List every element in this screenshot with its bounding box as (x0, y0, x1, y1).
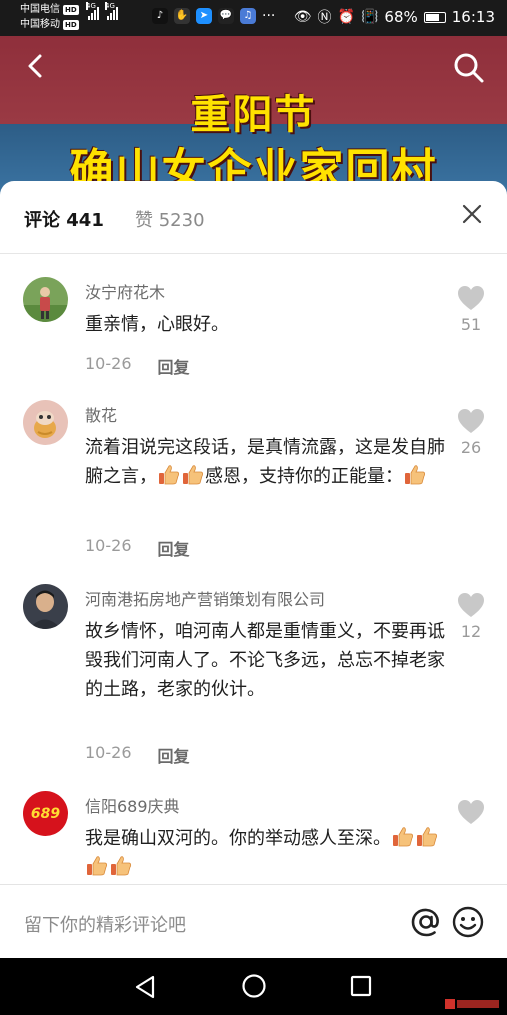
thumbs-up-emoji-icon (417, 827, 438, 847)
video-title-line1: 重阳节 (190, 92, 317, 138)
comment-date: 10-26 (85, 743, 132, 762)
comment-text: 故乡情怀，咱河南人都是重情重义，不要再诋毁我们河南人了。不论飞多远，总忘不掉老家… (85, 621, 445, 700)
comment-text-part: 我是确山双河的。你的举动感人至深。 (85, 828, 391, 849)
signal-icons: 4G 4G (86, 2, 118, 20)
like-button[interactable] (455, 799, 487, 825)
thumbs-up-emoji-icon (159, 465, 180, 485)
hd-badge: HD (63, 19, 79, 30)
vibrate-icon: 📳 (360, 9, 379, 25)
hand-icon: ✋ (174, 8, 190, 24)
status-right: 👁 Ⓝ ⏰ 📳 68% 16:13 (294, 7, 495, 27)
like-button[interactable]: 12 (455, 592, 487, 641)
comment-date: 10-26 (85, 354, 132, 373)
avatar[interactable] (23, 584, 68, 629)
system-nav-bar (0, 958, 507, 1015)
carrier-1: 中国电信 (20, 4, 60, 15)
tab-comments[interactable]: 评论 441 (24, 206, 104, 232)
close-icon[interactable] (461, 203, 483, 225)
more-notifications-icon: ··· (262, 8, 276, 24)
comment-username[interactable]: 汝宁府花木 (85, 279, 165, 303)
battery-icon (423, 11, 446, 23)
hd-badge: HD (63, 4, 79, 15)
avatar-logo-text: 689 (30, 805, 61, 822)
emoji-icon[interactable] (451, 905, 485, 939)
comment-input[interactable]: 留下你的精彩评论吧 (24, 911, 186, 937)
thumbs-up-emoji-icon (183, 465, 204, 485)
signal-icon: 4G (105, 2, 118, 20)
comment-meta: 10-26 回复 (85, 536, 190, 560)
tiktok-icon: ♪ (152, 8, 168, 24)
comment-text: 我是确山双河的。你的举动感人至深。 (85, 824, 445, 882)
comment-meta: 10-26 回复 (85, 743, 190, 767)
nav-recent-apps-icon[interactable] (350, 975, 372, 997)
like-count: 26 (460, 438, 482, 457)
comment-date: 10-26 (85, 536, 132, 555)
heart-icon[interactable] (457, 285, 485, 311)
reply-button[interactable]: 回复 (158, 354, 190, 378)
tab-likes[interactable]: 赞 5230 (135, 206, 205, 232)
thumbs-up-emoji-icon (405, 465, 426, 485)
heart-icon[interactable] (457, 408, 485, 434)
alarm-icon: ⏰ (337, 9, 355, 25)
comment-sheet: 评论 441 赞 5230 汝宁府花木 重亲情，心眼好。 10-26 回复 51… (0, 181, 507, 958)
avatar[interactable]: 689 (23, 791, 68, 836)
nav-home-icon[interactable] (241, 973, 267, 999)
clock: 16:13 (451, 8, 495, 26)
search-icon[interactable] (453, 52, 485, 84)
comment-username[interactable]: 散花 (85, 402, 117, 426)
comment-meta: 10-26 回复 (85, 354, 190, 378)
nfc-icon: Ⓝ (317, 10, 332, 26)
avatar[interactable] (23, 277, 68, 322)
reply-button[interactable]: 回复 (158, 743, 190, 767)
at-mention-icon[interactable] (409, 905, 443, 939)
like-button[interactable]: 26 (455, 408, 487, 457)
video-preview[interactable]: 重阳节 确山女企业家回村 (0, 36, 507, 196)
comment-text: 流着泪说完这段话，是真情流露，这是发自肺腑之言， 感恩，支持你的正能量： (85, 433, 445, 491)
heart-icon[interactable] (457, 592, 485, 618)
thumbs-up-emoji-icon (87, 856, 108, 876)
nav-back-icon[interactable] (133, 974, 157, 1000)
thumbs-up-emoji-icon (111, 856, 132, 876)
like-count: 12 (460, 622, 482, 641)
send-app-icon: ➤ (196, 8, 212, 24)
comment-tabs: 评论 441 赞 5230 (0, 181, 507, 254)
reply-button[interactable]: 回复 (158, 536, 190, 560)
music-app-icon: ♫ (240, 8, 256, 24)
heart-icon[interactable] (457, 799, 485, 825)
like-button[interactable]: 51 (455, 285, 487, 334)
comment-username[interactable]: 信阳689庆典 (85, 793, 180, 817)
back-arrow-icon[interactable] (22, 52, 50, 80)
status-bar: 中国电信 HD 中国移动 HD 4G 4G ♪ ✋ ➤ 💬 ♫ ··· 👁 Ⓝ ⏰ … (0, 0, 507, 36)
notification-icons: ♪ ✋ ➤ 💬 ♫ ··· (152, 8, 275, 24)
carrier-info: 中国电信 HD 中国移动 HD (20, 2, 79, 32)
comment-text: 重亲情，心眼好。 (85, 314, 229, 335)
comment-input-bar[interactable]: 留下你的精彩评论吧 (0, 884, 507, 958)
comment-username[interactable]: 河南港拓房地产营销策划有限公司 (85, 586, 325, 610)
watermark-logo (445, 999, 499, 1009)
battery-percent: 68% (384, 8, 418, 26)
thumbs-up-emoji-icon (393, 827, 414, 847)
like-count: 51 (460, 315, 482, 334)
comment-text-part: 感恩，支持你的正能量： (205, 466, 403, 487)
avatar[interactable] (23, 400, 68, 445)
chat-icon: 💬 (218, 8, 234, 24)
eye-icon: 👁 (293, 9, 312, 25)
signal-icon: 4G (86, 2, 99, 20)
carrier-2: 中国移动 (20, 19, 60, 30)
